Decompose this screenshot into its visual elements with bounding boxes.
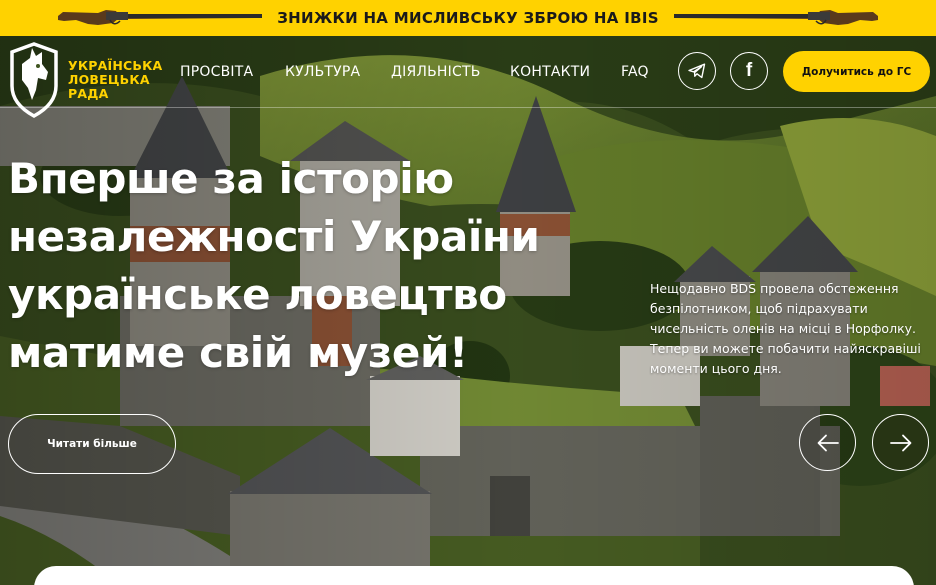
slider-prev-button[interactable]	[799, 414, 856, 471]
arrow-right-icon	[889, 434, 911, 451]
telegram-icon	[688, 63, 706, 79]
slider-next-button[interactable]	[872, 414, 929, 471]
headline-line: матиме свій музей!	[8, 328, 468, 377]
read-more-button[interactable]: Читати більше	[8, 414, 176, 474]
shotgun-icon	[674, 10, 878, 25]
nav-item-diyalnist[interactable]: ДІЯЛЬНІСТЬ	[391, 64, 481, 80]
headline-line: українське ловецтво	[8, 270, 507, 319]
shotgun-icon	[58, 10, 262, 25]
content-card-top	[34, 566, 914, 585]
arrow-left-icon	[817, 434, 839, 451]
facebook-icon: f	[745, 60, 753, 81]
nav-item-prosvita[interactable]: ПРОСВІТА	[180, 64, 253, 80]
headline-line: незалежності України	[8, 212, 540, 261]
nav-item-kontakty[interactable]: КОНТАКТИ	[510, 64, 590, 80]
header-divider	[0, 107, 936, 108]
logo-text-line: РАДА	[68, 86, 109, 101]
promo-text: ЗНИЖКИ НА МИСЛИВСЬКУ ЗБРОЮ НА IBIS	[277, 9, 659, 27]
hero-headline: Вперше за історію незалежності України у…	[8, 150, 568, 382]
nav-item-kultura[interactable]: КУЛЬТУРА	[285, 64, 360, 80]
logo-text-line: ЛОВЕЦЬКА	[68, 72, 150, 87]
headline-line: Вперше за історію	[8, 154, 454, 203]
join-button[interactable]: Долучитись до ГС	[783, 51, 930, 92]
promo-banner[interactable]: ЗНИЖКИ НА МИСЛИВСЬКУ ЗБРОЮ НА IBIS	[0, 0, 936, 36]
nav-item-faq[interactable]: FAQ	[621, 64, 649, 80]
logo-text-line: УКРАЇНСЬКА	[68, 58, 163, 73]
hero-description: Нещодавно BDS провела обстеження безпіло…	[650, 281, 921, 376]
facebook-button[interactable]: f	[730, 52, 768, 90]
telegram-button[interactable]	[678, 52, 716, 90]
